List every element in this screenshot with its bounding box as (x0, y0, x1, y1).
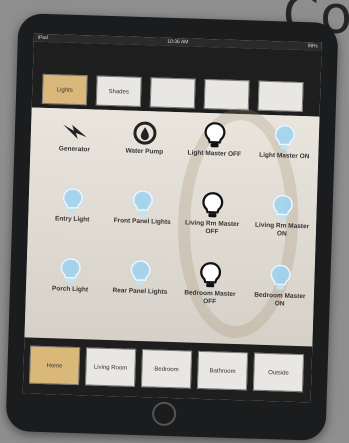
control-front-panel-lights[interactable]: Front Panel Lights (111, 188, 173, 252)
tablet-screen: iPad 10:36 AM 98% Lights Shades Generato… (22, 33, 322, 403)
control-bedroom-master-on[interactable]: Bedroom Master ON (249, 262, 311, 326)
control-label: Water Pump (125, 147, 164, 156)
control-label: Front Panel Lights (113, 217, 171, 226)
tab-empty-5[interactable] (257, 80, 304, 113)
bulb-off-icon (182, 190, 243, 220)
control-label: Light Master OFF (187, 149, 242, 159)
tab-shades[interactable]: Shades (95, 75, 142, 107)
room-tab-bedroom[interactable]: Bedroom (140, 349, 193, 389)
control-label: Bedroom Master ON (254, 291, 306, 308)
bulb-off-icon (184, 120, 245, 150)
control-light-master-on[interactable]: Light Master ON (253, 123, 315, 187)
control-label: Living Rm Master OFF (184, 219, 240, 235)
control-living-rm-master-off[interactable]: Living Rm Master OFF (181, 190, 243, 254)
control-generator[interactable]: Generator (43, 116, 105, 180)
bulb-on-icon (254, 123, 315, 153)
tab-empty-4[interactable] (203, 78, 250, 111)
bulb-off-icon (180, 260, 241, 290)
top-tab-bar: Lights Shades (31, 41, 322, 117)
tab-lights[interactable]: Lights (41, 73, 88, 106)
bulb-on-icon (112, 188, 173, 218)
control-light-master-off[interactable]: Light Master OFF (183, 120, 245, 184)
tab-empty-3[interactable] (149, 77, 196, 109)
water-pump-icon (115, 118, 176, 148)
room-tab-home[interactable]: Home (29, 345, 81, 386)
control-label: Entry Light (54, 215, 90, 224)
tablet-device: iPad 10:36 AM 98% Lights Shades Generato… (5, 13, 339, 441)
bulb-on-icon (250, 262, 311, 292)
bulb-on-icon (42, 186, 103, 216)
control-bedroom-master-off[interactable]: Bedroom Master OFF (179, 260, 241, 324)
control-entry-light[interactable]: Entry Light (41, 186, 103, 250)
bulb-on-icon (110, 258, 171, 288)
room-tab-outside[interactable]: Outside (252, 352, 305, 393)
control-label: Living Rm Master ON (254, 221, 310, 238)
control-rear-panel-lights[interactable]: Rear Panel Lights (109, 258, 171, 322)
control-label: Generator (58, 145, 91, 154)
room-tab-bathroom[interactable]: Bathroom (196, 350, 249, 391)
room-tab-living-room[interactable]: Living Room (84, 347, 137, 387)
control-porch-light[interactable]: Porch Light (39, 256, 101, 320)
home-button[interactable] (151, 401, 177, 427)
bulb-on-icon (252, 193, 313, 223)
generator-bolt-icon (45, 116, 106, 146)
control-living-rm-master-on[interactable]: Living Rm Master ON (251, 193, 313, 257)
controls-panel: Generator Water Pump Light Master OFF Light… (24, 106, 320, 347)
bulb-on-icon (40, 256, 101, 286)
control-label: Porch Light (51, 285, 89, 294)
bottom-tab-bar: Home Living Room Bedroom Bathroom Outsid… (22, 337, 313, 403)
control-label: Bedroom Master OFF (184, 289, 236, 305)
control-label: Rear Panel Lights (112, 287, 168, 296)
control-label: Light Master ON (259, 151, 310, 161)
control-water-pump[interactable]: Water Pump (113, 118, 175, 182)
